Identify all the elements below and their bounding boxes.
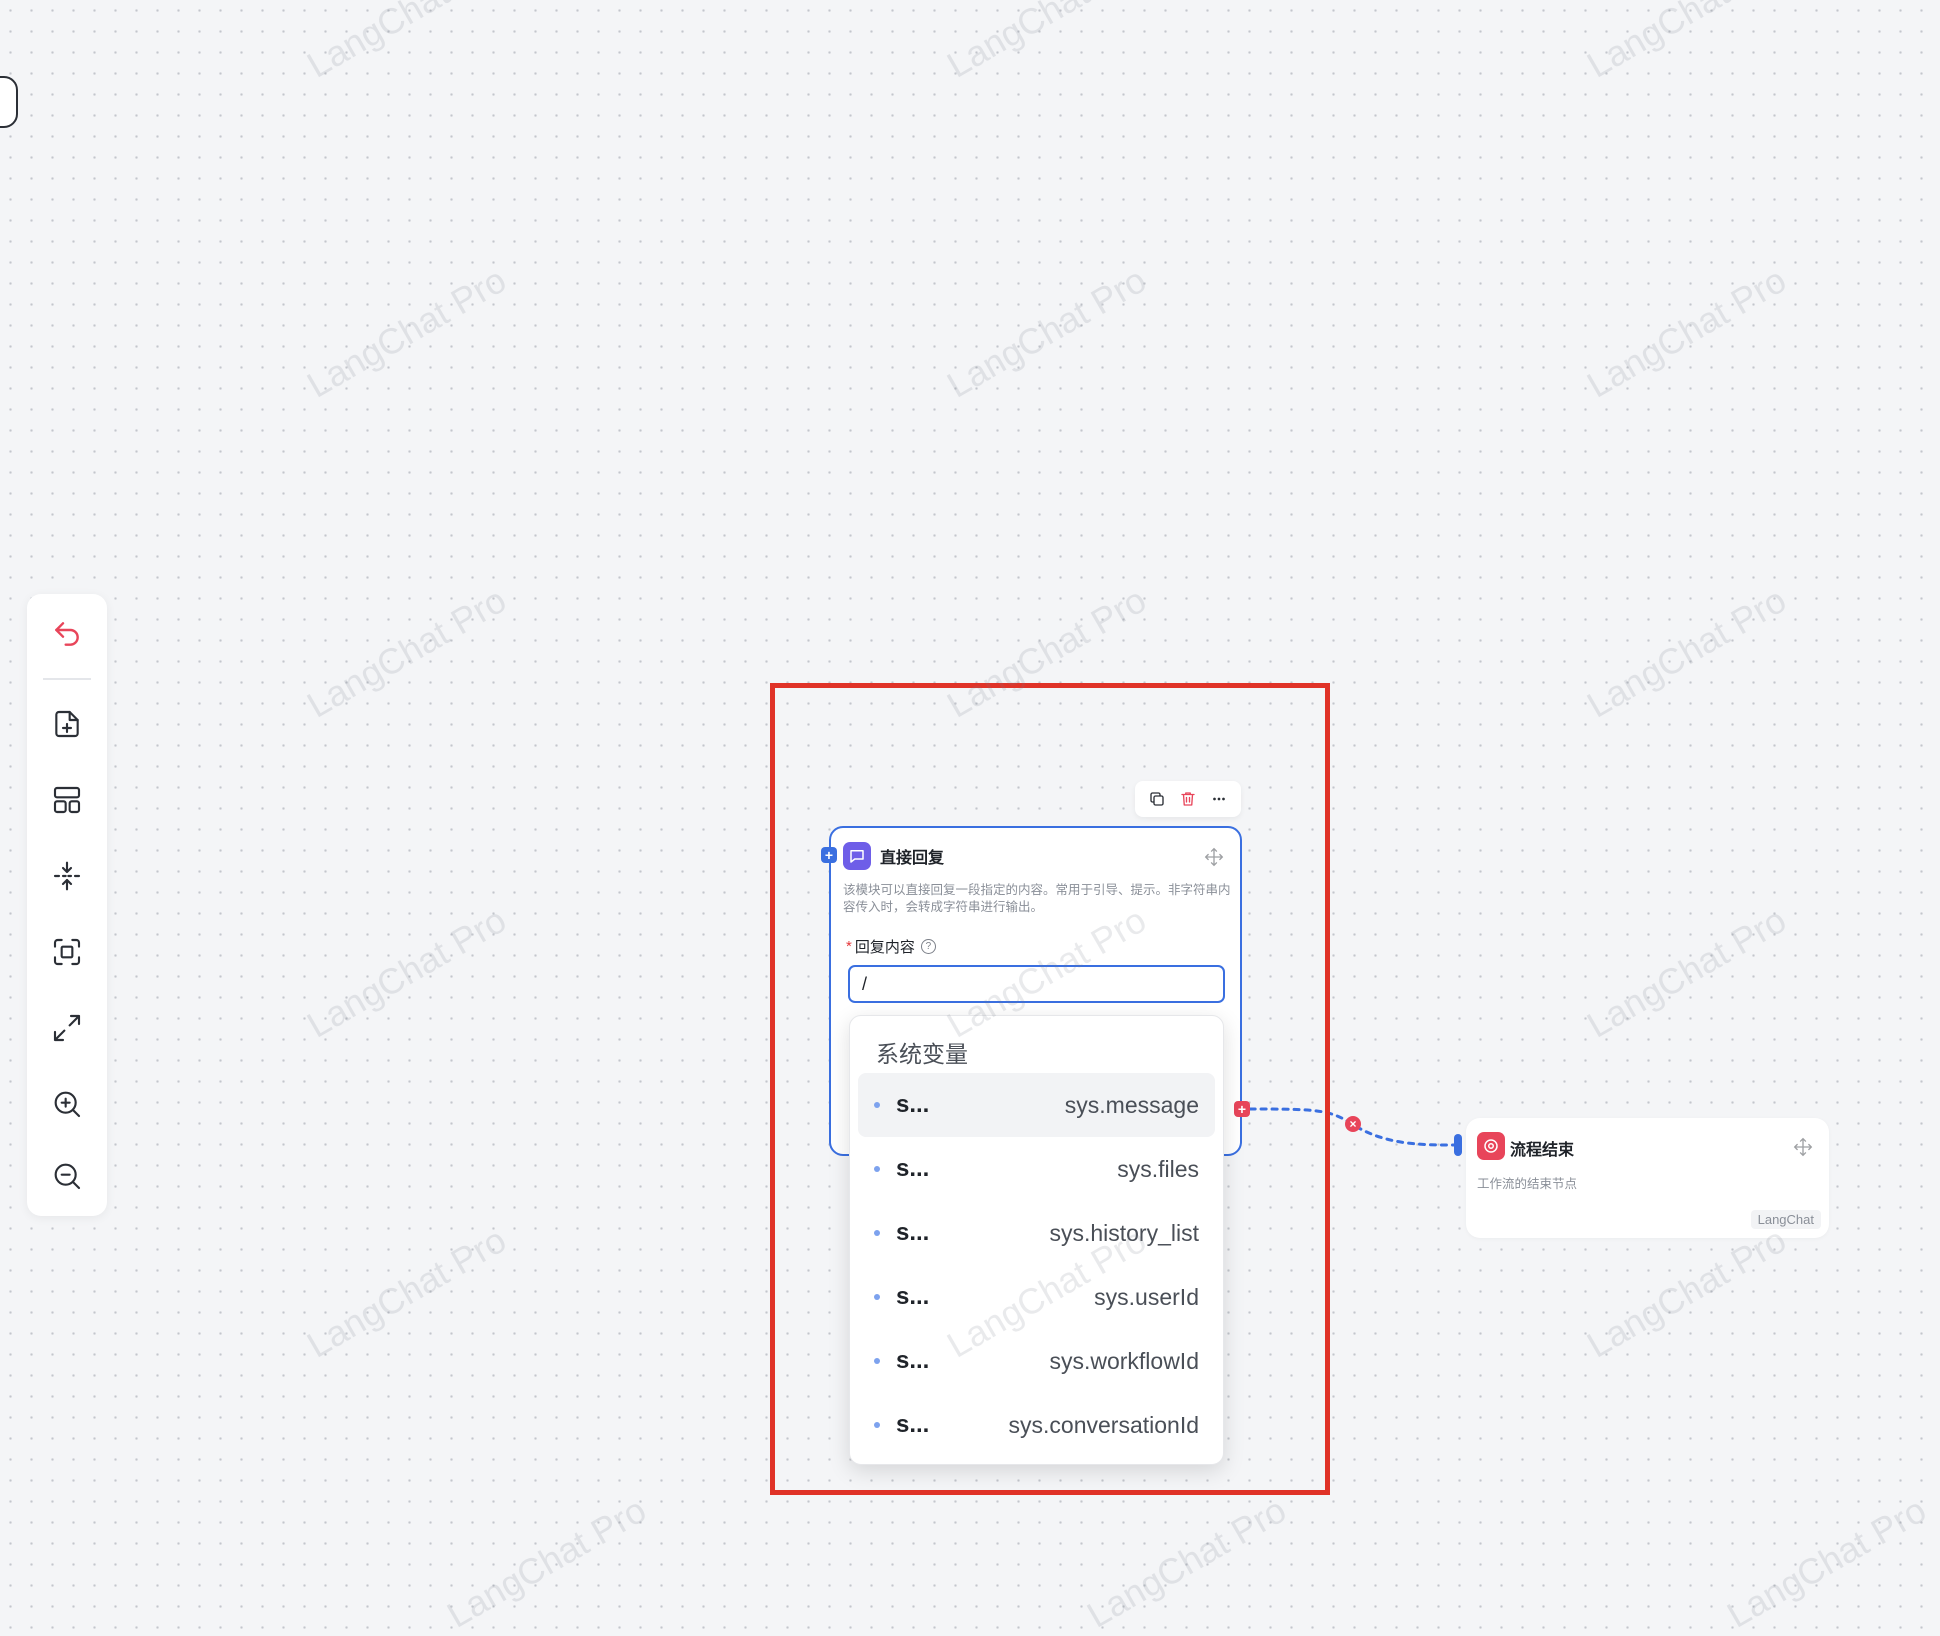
watermark: LangChat Pro [1580,898,1793,1046]
end-node-input-port[interactable] [1454,1134,1462,1156]
reply-node-icon [843,842,871,870]
watermark: LangChat Pro [940,578,1153,726]
watermark: LangChat Pro [940,0,1153,86]
watermark: LangChat Pro [300,1218,513,1366]
dropdown-item-sys-conversationid[interactable]: s... sys.conversationId [858,1393,1215,1457]
end-node-icon [1477,1132,1505,1160]
output-port-add[interactable]: + [1234,1101,1250,1117]
watermark: LangChat Pro [1580,258,1793,406]
zoom-out-button[interactable] [43,1152,91,1200]
file-plus-icon [55,710,79,738]
end-node[interactable]: 流程结束 工作流的结束节点 LangChat [1466,1118,1829,1238]
trash-icon [1181,792,1195,806]
variable-dot-icon [874,1166,880,1172]
variable-dot-icon [874,1102,880,1108]
dropdown-item-sys-history-list[interactable]: s... sys.history_list [858,1201,1215,1265]
expand-icon [53,1014,81,1042]
variable-short-name: s... [896,1411,930,1438]
watermark: LangChat Pro [1580,578,1793,726]
watermark: LangChat Pro [300,258,513,406]
dropdown-item-sys-workflowid[interactable]: s... sys.workflowId [858,1329,1215,1393]
watermark: LangChat Pro [300,578,513,726]
help-icon[interactable]: ? [920,939,936,954]
more-options-button[interactable] [1206,786,1232,812]
panel-toggle-handle[interactable] [0,76,18,128]
variable-full-name: sys.workflowId [1049,1348,1199,1374]
collapse-button[interactable] [43,852,91,900]
variable-short-name: s... [896,1155,930,1182]
end-node-description: 工作流的结束节点 [1477,1177,1578,1191]
copy-icon [1149,792,1164,806]
node-action-bar [1135,781,1241,817]
variable-dropdown: 系统变量 s... sys.message s... sys.files s..… [849,1015,1224,1465]
stop-circle-icon [1484,1139,1498,1153]
variable-dot-icon [874,1358,880,1364]
more-icon [1213,797,1226,801]
zoom-out-icon [54,1163,81,1190]
watermark: LangChat Pro [1720,1488,1933,1636]
watermark: LangChat Pro [1580,1218,1793,1366]
zoom-in-icon [54,1091,81,1118]
layout-icon [53,786,81,814]
dropdown-item-sys-message[interactable]: s... sys.message [858,1073,1215,1137]
watermark: LangChat Pro [440,1488,653,1636]
variable-dot-icon [874,1294,880,1300]
node-title: 直接回复 [880,850,945,867]
drag-handle-icon[interactable] [1204,847,1224,867]
variable-full-name: sys.message [1064,1092,1199,1118]
dropdown-group-label: 系统变量 [876,1041,968,1067]
dropdown-list: s... sys.message s... sys.files s... sys… [858,1073,1215,1457]
focus-frame-icon [53,938,81,966]
variable-short-name: s... [896,1219,930,1246]
undo-button[interactable] [43,610,91,658]
copy-node-button[interactable] [1144,786,1170,812]
dropdown-item-sys-files[interactable]: s... sys.files [858,1137,1215,1201]
required-mark: * [846,938,852,955]
fit-view-button[interactable] [43,928,91,976]
variable-full-name: sys.conversationId [1008,1412,1199,1438]
end-node-title: 流程结束 [1510,1142,1575,1159]
zoom-in-button[interactable] [43,1080,91,1128]
reply-content-label-text: 回复内容 [854,939,915,956]
watermark: LangChat Pro [1580,0,1793,86]
input-port-add[interactable]: + [821,847,837,863]
node-description: 该模块可以直接回复一段指定的内容。常用于引导、提示。非字符串内容传入时，会转成字… [843,883,1231,914]
drag-handle-icon[interactable] [1793,1137,1813,1157]
variable-full-name: sys.history_list [1049,1220,1199,1246]
toolbar-divider [43,678,91,680]
variable-dot-icon [874,1422,880,1428]
variable-dot-icon [874,1230,880,1236]
variable-short-name: s... [896,1347,930,1374]
variable-full-name: sys.files [1117,1156,1199,1182]
collapse-icon [53,861,81,891]
message-icon [850,850,864,863]
reply-content-label: * 回复内容 ? [846,936,936,957]
dropdown-item-sys-userid[interactable]: s... sys.userId [858,1265,1215,1329]
end-node-badge: LangChat [1750,1210,1821,1229]
watermark: LangChat Pro [300,0,513,86]
edge-delete-button[interactable]: × [1345,1116,1361,1132]
watermark: LangChat Pro [1080,1488,1293,1636]
undo-icon [55,622,79,646]
watermark: LangChat Pro [300,898,513,1046]
variable-short-name: s... [896,1283,930,1310]
delete-node-button[interactable] [1175,786,1201,812]
reply-content-input[interactable] [848,965,1225,1003]
add-node-button[interactable] [43,700,91,748]
node-header: 直接回复 [843,842,944,870]
variable-full-name: sys.userId [1094,1284,1199,1310]
watermark: LangChat Pro [940,258,1153,406]
layout-button[interactable] [43,776,91,824]
canvas-toolbar [27,594,107,1216]
variable-short-name: s... [896,1091,930,1118]
fullscreen-button[interactable] [43,1004,91,1052]
